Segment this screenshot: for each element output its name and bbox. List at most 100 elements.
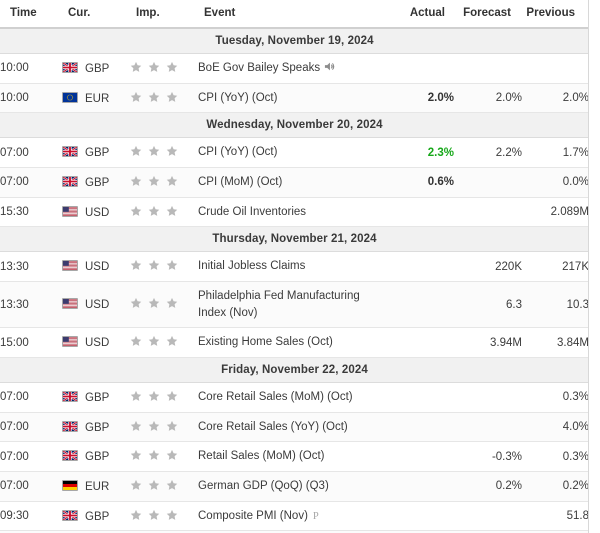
event-importance-cell[interactable]: [130, 471, 198, 502]
event-importance-cell[interactable]: [130, 53, 198, 84]
event-currency-cell: GBP: [62, 441, 130, 473]
event-forecast-value: [454, 167, 522, 198]
importance-stars: [130, 175, 184, 190]
star-icon: [148, 390, 160, 402]
event-name-cell[interactable]: Existing Home Sales (Oct): [198, 327, 384, 359]
event-name[interactable]: CPI (MoM) (Oct): [198, 176, 282, 188]
date-separator-label: Tuesday, November 19, 2024: [0, 27, 589, 54]
event-name-cell[interactable]: German GDP (QoQ) (Q3): [198, 471, 384, 502]
event-time: 07:00: [0, 167, 62, 198]
column-header-previous[interactable]: Previous: [522, 0, 589, 29]
table-row[interactable]: 07:00 GBP CPI (MoM) (Oct) 0.6% 0.0%: [0, 167, 589, 198]
star-icon: [130, 390, 142, 402]
event-actual-cell: 2.0%: [384, 83, 454, 114]
event-name[interactable]: Crude Oil Inventories: [198, 206, 306, 218]
event-name-cell[interactable]: Core Retail Sales (MoM) (Oct): [198, 382, 384, 413]
event-importance-cell[interactable]: [130, 167, 198, 198]
star-icon: [166, 449, 178, 461]
event-name-cell[interactable]: Initial Jobless Claims: [198, 251, 384, 283]
event-importance-cell[interactable]: [130, 327, 198, 359]
table-row[interactable]: 15:30 USD Crude Oil Inventories 2.089M: [0, 197, 589, 228]
column-header-event[interactable]: Event: [198, 0, 384, 29]
uk-flag: [62, 175, 78, 187]
table-row[interactable]: 07:00 GBP Retail Sales (MoM) (Oct) -0.3% 0.3…: [0, 441, 589, 473]
event-previous-value: 0.2%: [522, 471, 589, 502]
star-icon: [148, 145, 160, 157]
event-currency-cell: GBP: [62, 412, 130, 443]
table-row[interactable]: 07:00 GBP Core Retail Sales (YoY) (Oct) 4.0…: [0, 412, 589, 443]
importance-stars: [130, 479, 184, 494]
table-row[interactable]: 07:00 GBP Core Retail Sales (MoM) (Oct) 0.3…: [0, 382, 589, 413]
column-header-actual[interactable]: Actual: [384, 0, 454, 29]
event-importance-cell[interactable]: [130, 137, 198, 169]
event-importance-cell[interactable]: [130, 281, 198, 329]
event-importance-cell[interactable]: [130, 441, 198, 473]
column-header-currency[interactable]: Cur.: [62, 0, 130, 29]
star-icon: [166, 205, 178, 217]
event-forecast-value: 6.3: [454, 281, 522, 329]
star-icon: [166, 479, 178, 491]
event-name[interactable]: Core Retail Sales (YoY) (Oct): [198, 421, 348, 433]
star-icon: [130, 259, 142, 271]
table-row[interactable]: 09:30 GBP Composite PMI (Nov) P 51.8: [0, 501, 589, 532]
table-row[interactable]: 10:00 GBP BoE Gov Bailey Speaks: [0, 53, 589, 84]
event-importance-cell[interactable]: [130, 501, 198, 532]
event-name-cell[interactable]: Philadelphia Fed Manufacturing Index (No…: [198, 281, 384, 329]
importance-stars: [130, 145, 184, 160]
event-name-cell[interactable]: Core Retail Sales (YoY) (Oct): [198, 412, 384, 443]
event-name-cell[interactable]: BoE Gov Bailey Speaks: [198, 53, 384, 84]
table-row[interactable]: 10:00 EUR CPI (YoY) (Oct) 2.0% 2.0% 2.0%: [0, 83, 589, 114]
date-separator-row: Thursday, November 21, 2024: [0, 226, 589, 253]
column-header-importance[interactable]: Imp.: [130, 0, 198, 29]
event-previous-value: 0.3%: [522, 382, 589, 413]
event-time: 15:00: [0, 327, 62, 359]
uk-flag: [62, 146, 78, 158]
importance-stars: [130, 335, 184, 350]
currency-code: GBP: [85, 176, 110, 189]
table-row[interactable]: 13:30 USD Initial Jobless Claims 220K 217K: [0, 251, 589, 283]
star-icon: [130, 335, 142, 347]
event-name[interactable]: Existing Home Sales (Oct): [198, 336, 333, 348]
table-row[interactable]: 13:30 USD Philadelphia Fed Manufacturing I…: [0, 281, 589, 329]
table-header-row: Time Cur. Imp. Event Actual Forecast Pre…: [0, 0, 589, 29]
date-separator-row: Tuesday, November 19, 2024: [0, 27, 589, 54]
event-importance-cell[interactable]: [130, 382, 198, 413]
event-name[interactable]: Core Retail Sales (MoM) (Oct): [198, 391, 353, 403]
event-name[interactable]: Initial Jobless Claims: [198, 260, 305, 272]
event-currency-cell: GBP: [62, 137, 130, 169]
event-importance-cell[interactable]: [130, 412, 198, 443]
event-name-cell[interactable]: CPI (MoM) (Oct): [198, 167, 384, 198]
event-name[interactable]: BoE Gov Bailey Speaks: [198, 62, 320, 74]
event-forecast-value: 2.2%: [454, 137, 522, 169]
event-name-cell[interactable]: Composite PMI (Nov) P: [198, 501, 384, 532]
star-icon: [166, 61, 178, 73]
event-name-cell[interactable]: Crude Oil Inventories: [198, 197, 384, 228]
event-name-cell[interactable]: CPI (YoY) (Oct): [198, 137, 384, 169]
event-name[interactable]: Retail Sales (MoM) (Oct): [198, 450, 325, 462]
star-icon: [166, 335, 178, 347]
event-importance-cell[interactable]: [130, 251, 198, 283]
event-name-cell[interactable]: Retail Sales (MoM) (Oct): [198, 441, 384, 473]
event-previous-value: 2.089M: [522, 197, 589, 228]
currency-code: EUR: [85, 92, 110, 105]
table-row[interactable]: 07:00 GBP CPI (YoY) (Oct) 2.3% 2.2% 1.7%: [0, 137, 589, 169]
us-flag: [62, 298, 78, 310]
star-icon: [130, 479, 142, 491]
table-row[interactable]: 07:00 EUR German GDP (QoQ) (Q3) 0.2% 0.2%: [0, 471, 589, 502]
event-actual-cell: [384, 327, 454, 359]
event-currency-cell: USD: [62, 327, 130, 359]
event-name[interactable]: Composite PMI (Nov): [198, 510, 308, 522]
star-icon: [130, 297, 142, 309]
event-importance-cell[interactable]: [130, 83, 198, 114]
table-row[interactable]: 15:00 USD Existing Home Sales (Oct) 3.94M 3.…: [0, 327, 589, 359]
event-currency-cell: EUR: [62, 471, 130, 502]
event-name[interactable]: CPI (YoY) (Oct): [198, 92, 277, 104]
column-header-forecast[interactable]: Forecast: [454, 0, 522, 29]
event-name-cell[interactable]: CPI (YoY) (Oct): [198, 83, 384, 114]
event-importance-cell[interactable]: [130, 197, 198, 228]
speaker-icon[interactable]: [324, 61, 335, 72]
column-header-time[interactable]: Time: [0, 0, 62, 29]
event-name[interactable]: Philadelphia Fed Manufacturing Index (No…: [198, 290, 360, 319]
event-name[interactable]: German GDP (QoQ) (Q3): [198, 480, 329, 492]
event-name[interactable]: CPI (YoY) (Oct): [198, 146, 277, 158]
